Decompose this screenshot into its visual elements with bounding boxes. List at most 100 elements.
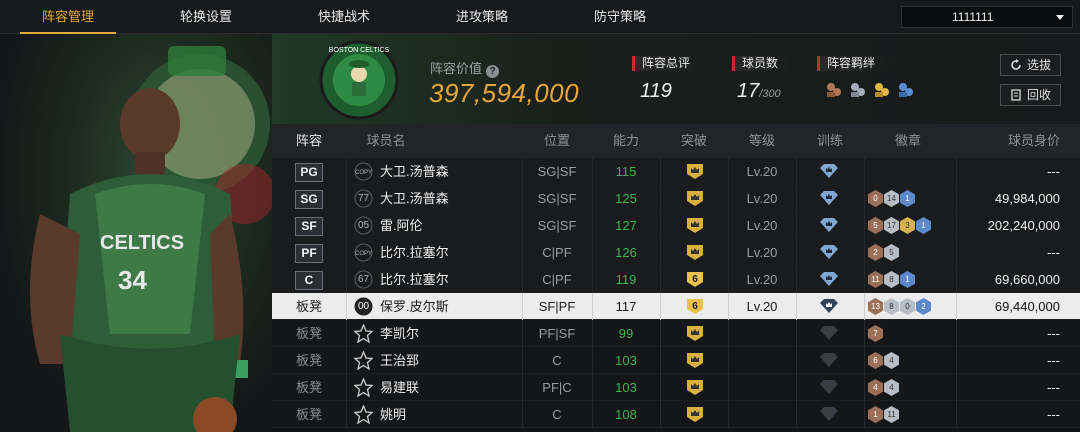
col-breakthrough[interactable]: 突破 <box>660 124 728 158</box>
player-level <box>728 401 796 428</box>
player-level <box>728 320 796 347</box>
column-divider <box>864 239 865 266</box>
crown-icon <box>685 352 705 369</box>
player-level: Lv.20 <box>746 191 778 206</box>
badge-silver-icon: 8 <box>884 271 899 288</box>
table-row[interactable]: 板凳 00 保罗.皮尔斯 SF|PF 117 6 Lv.20 13 8 0 2 69,440,000 <box>272 293 1080 320</box>
table-row[interactable]: PF COPY 比尔.拉塞尔 C|PF 126 Lv.20 2 5 --- <box>272 239 1080 266</box>
bond-silver-icon[interactable] <box>848 80 868 100</box>
badge-group: 13 8 0 2 <box>868 298 932 315</box>
bond-gold-icon[interactable] <box>872 80 892 100</box>
col-price[interactable]: 球员身价 <box>972 124 1080 158</box>
position-badge: PG <box>295 163 323 182</box>
badge-group: 25 <box>868 244 900 261</box>
player-price: 202,240,000 <box>987 218 1060 233</box>
player-position: SG|SF <box>537 218 577 233</box>
player-position: SG|SF <box>537 164 577 179</box>
player-position: C|PF <box>542 272 572 287</box>
badge-blue-icon: 1 <box>900 271 915 288</box>
row-slot: 板凳 <box>272 347 346 374</box>
player-price: 69,440,000 <box>994 299 1060 314</box>
column-divider <box>660 347 661 374</box>
col-level[interactable]: 等级 <box>728 124 796 158</box>
player-name: 大卫.汤普森 <box>380 164 449 179</box>
column-divider <box>796 266 797 293</box>
player-price: 49,984,000 <box>994 191 1060 206</box>
player-price: --- <box>1047 245 1060 260</box>
bond-blue-icon[interactable] <box>896 80 916 100</box>
player-name: 李凯尔 <box>380 326 420 341</box>
crown-icon <box>685 244 705 261</box>
column-divider <box>956 212 957 239</box>
player-position: SF|PF <box>538 299 576 314</box>
player-name: 姚明 <box>380 407 407 422</box>
account-dropdown[interactable]: 1111111 <box>901 6 1073 28</box>
column-divider <box>864 293 865 320</box>
col-training[interactable]: 训练 <box>796 124 864 158</box>
tab-lineup[interactable]: 阵容管理 <box>20 0 116 34</box>
table-row[interactable]: PG COPY 大卫.汤普森 SG|SF 115 Lv.20 --- <box>272 158 1080 185</box>
player-level: Lv.20 <box>746 299 778 314</box>
player-name: 大卫.汤普森 <box>380 191 449 206</box>
badge-silver-icon: 0 <box>900 298 915 315</box>
star-icon <box>354 351 373 370</box>
jersey-number-text: 77 <box>357 193 370 204</box>
training-locked-icon <box>819 326 839 341</box>
player-level <box>728 347 796 374</box>
crown-icon <box>685 379 705 396</box>
account-dropdown-value: 1111111 <box>952 10 994 24</box>
training-crown-icon <box>819 299 839 314</box>
col-slot[interactable]: 阵容 <box>272 124 346 158</box>
help-icon[interactable]: ? <box>486 65 500 78</box>
player-illustration: 34 CELTICS <box>30 46 272 432</box>
badge-bronze-icon: 2 <box>868 244 883 261</box>
column-divider <box>956 320 957 347</box>
recycle-button[interactable]: 回收 <box>1000 84 1061 106</box>
column-divider <box>346 401 347 428</box>
select-button[interactable]: 选拔 <box>1000 54 1061 76</box>
table-header: 阵容 球员名 位置 能力 突破 等级 训练 徽章 球员身价 <box>272 124 1080 158</box>
col-badges[interactable]: 徽章 <box>864 124 952 158</box>
player-ability: 99 <box>618 326 634 341</box>
player-count-label: 球员数 <box>732 56 790 71</box>
table-row[interactable]: 板凳 李凯尔 PF|SF 99 7 --- <box>272 320 1080 347</box>
player-ability: 108 <box>615 407 637 422</box>
player-price: --- <box>1047 380 1060 395</box>
column-divider <box>660 320 661 347</box>
player-price: --- <box>1047 326 1060 341</box>
column-divider <box>796 185 797 212</box>
tab-offense[interactable]: 进攻策略 <box>434 0 530 34</box>
table-row[interactable]: 板凳 易建联 PF|C 103 4 4 --- <box>272 374 1080 401</box>
table-row[interactable]: 板凳 姚明 C 108 1 11 --- <box>272 401 1080 428</box>
player-level: Lv.20 <box>746 245 778 260</box>
tab-defense[interactable]: 防守策略 <box>572 0 668 34</box>
player-ability: 115 <box>615 164 637 179</box>
badge-silver-icon: 14 <box>884 190 899 207</box>
row-slot: SF <box>272 212 346 239</box>
column-divider <box>864 374 865 401</box>
table-row[interactable]: 板凳 王治郅 C 103 6 4 --- <box>272 347 1080 374</box>
column-divider <box>796 293 797 320</box>
col-name[interactable]: 球员名 <box>356 124 416 158</box>
bond-bronze-icon[interactable] <box>824 80 844 100</box>
col-position[interactable]: 位置 <box>522 124 592 158</box>
crown-icon <box>685 190 705 207</box>
badge-blue-icon: 2 <box>916 298 931 315</box>
player-ability: 127 <box>615 218 637 233</box>
player-ability: 103 <box>615 353 637 368</box>
overall-rating-label: 阵容总评 <box>632 56 700 71</box>
column-divider <box>346 185 347 212</box>
table-row[interactable]: C 67 比尔.拉塞尔 C|PF 119 6 Lv.20 11 8 1 69,660,000 <box>272 266 1080 293</box>
badge-bronze-icon: 13 <box>868 298 883 315</box>
column-divider <box>864 266 865 293</box>
player-price: --- <box>1047 164 1060 179</box>
table-row[interactable]: SG 77 大卫.汤普森 SG|SF 125 Lv.20 0 14 1 49,984,000 <box>272 185 1080 212</box>
column-divider <box>660 212 661 239</box>
col-ability[interactable]: 能力 <box>592 124 660 158</box>
tab-quick-tactics[interactable]: 快捷战术 <box>296 0 392 34</box>
table-row[interactable]: SF 05 雷.阿伦 SG|SF 127 Lv.20 5 17 3 1 202,240,000 <box>272 212 1080 239</box>
tab-rotation[interactable]: 轮换设置 <box>158 0 254 34</box>
bond-icons <box>824 80 916 100</box>
lineup-table: 阵容 球员名 位置 能力 突破 等级 训练 徽章 球员身价 PG COPY 大卫.汤… <box>272 124 1080 428</box>
badge-silver-icon: 8 <box>884 298 899 315</box>
